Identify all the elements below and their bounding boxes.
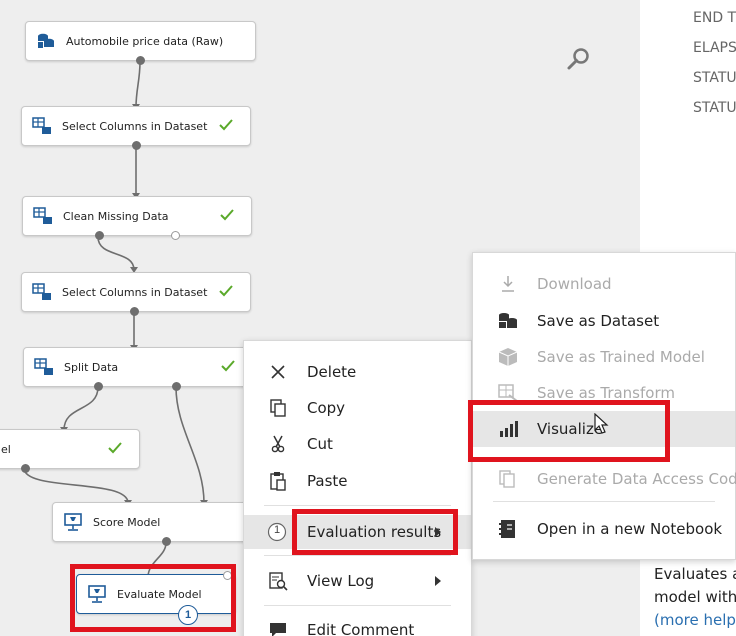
node-label: Select Columns in Dataset bbox=[62, 119, 208, 133]
scissors-icon bbox=[271, 435, 285, 453]
menu-separator bbox=[264, 505, 451, 506]
submenu-item-label: Save as Trained Model bbox=[537, 348, 705, 366]
delete-x-icon bbox=[271, 365, 285, 379]
output-port[interactable] bbox=[162, 537, 171, 546]
node-clean-missing-data[interactable]: Clean Missing Data bbox=[22, 196, 252, 240]
menu-item-cut[interactable]: Cut bbox=[244, 427, 471, 461]
node-select-columns-2[interactable]: Select Columns in Dataset bbox=[21, 272, 251, 316]
menu-item-delete[interactable]: Delete bbox=[244, 355, 471, 389]
submenu-item-generate-data-access-code[interactable]: Generate Data Access Code... bbox=[473, 461, 736, 497]
menu-item-label: Edit Comment bbox=[307, 621, 415, 636]
submenu-arrow-icon bbox=[435, 576, 441, 586]
submenu-item-download[interactable]: Download bbox=[473, 266, 735, 302]
menu-item-edit-comment[interactable]: Edit Comment bbox=[244, 613, 471, 636]
paste-icon bbox=[270, 472, 286, 491]
port-number: 1 bbox=[274, 524, 281, 536]
submenu-item-label: Save as Transform bbox=[537, 384, 675, 402]
node-label: Evaluate Model bbox=[117, 587, 202, 601]
menu-separator bbox=[493, 501, 715, 502]
node-label: Split Data bbox=[64, 360, 119, 374]
score-icon bbox=[64, 513, 82, 531]
output-port[interactable] bbox=[21, 464, 30, 473]
dataset-icon bbox=[38, 33, 54, 48]
menu-item-paste[interactable]: Paste bbox=[244, 464, 471, 498]
node-label: el bbox=[1, 442, 11, 456]
submenu-item-open-notebook[interactable]: Open in a new Notebook bbox=[473, 511, 735, 547]
menu-item-evaluation-results[interactable]: 1 Evaluation results bbox=[244, 515, 471, 549]
bar-chart-icon bbox=[500, 421, 518, 437]
menu-item-copy[interactable]: Copy bbox=[244, 391, 471, 425]
submenu-item-save-as-dataset[interactable]: Save as Dataset bbox=[473, 303, 735, 339]
dataset-icon bbox=[499, 313, 517, 328]
module-icon bbox=[33, 207, 52, 224]
output-port[interactable] bbox=[94, 382, 103, 391]
submenu-item-label: Generate Data Access Code... bbox=[537, 470, 736, 488]
input-port[interactable] bbox=[223, 571, 232, 580]
check-icon bbox=[108, 442, 122, 454]
menu-item-label: Copy bbox=[307, 399, 346, 417]
output-port[interactable] bbox=[132, 141, 141, 150]
transform-icon bbox=[498, 384, 518, 402]
copy-icon bbox=[270, 399, 286, 417]
output-port[interactable] bbox=[95, 231, 104, 240]
submenu-item-label: Download bbox=[537, 275, 612, 293]
check-icon bbox=[220, 209, 234, 221]
module-icon bbox=[34, 358, 53, 375]
menu-item-label: Delete bbox=[307, 363, 357, 381]
menu-separator bbox=[264, 605, 451, 606]
output-port[interactable] bbox=[136, 56, 145, 65]
notebook-icon bbox=[499, 520, 515, 538]
node-score-model[interactable]: Score Model bbox=[52, 502, 252, 546]
module-icon bbox=[32, 117, 51, 134]
node-label: Score Model bbox=[93, 515, 161, 529]
view-log-icon bbox=[269, 572, 288, 591]
output-port[interactable] bbox=[172, 382, 181, 391]
menu-item-label: View Log bbox=[307, 572, 375, 590]
check-icon bbox=[221, 360, 235, 372]
check-icon bbox=[219, 285, 233, 297]
submenu-item-save-as-trained-model[interactable]: Save as Trained Model bbox=[473, 339, 735, 375]
menu-item-view-log[interactable]: View Log bbox=[244, 564, 471, 598]
output-port[interactable] bbox=[130, 307, 139, 316]
context-menu: Delete Copy Cut Paste 1 Evaluation resul… bbox=[243, 340, 472, 636]
node-label: Select Columns in Dataset bbox=[62, 285, 208, 299]
evaluation-results-submenu: Download Save as Dataset Save as Trained… bbox=[472, 252, 736, 560]
submenu-item-save-as-transform[interactable]: Save as Transform bbox=[473, 375, 735, 411]
node-train-model-partial[interactable]: el bbox=[0, 429, 140, 473]
node-select-columns-1[interactable]: Select Columns in Dataset bbox=[21, 106, 251, 150]
download-icon bbox=[502, 276, 514, 292]
evaluate-icon bbox=[88, 585, 106, 603]
node-label: Clean Missing Data bbox=[63, 209, 169, 223]
node-split-data[interactable]: Split Data bbox=[23, 347, 253, 391]
submenu-item-label: Save as Dataset bbox=[537, 312, 660, 330]
trained-model-icon bbox=[498, 348, 518, 366]
node-automobile-price-data[interactable]: Automobile price data (Raw) bbox=[25, 21, 256, 65]
module-icon bbox=[32, 283, 51, 300]
menu-separator bbox=[264, 555, 451, 556]
output-port-unused[interactable] bbox=[171, 231, 180, 240]
submenu-arrow-icon bbox=[435, 527, 441, 537]
menu-item-label: Paste bbox=[307, 472, 348, 490]
submenu-item-label: Open in a new Notebook bbox=[537, 520, 723, 538]
mouse-cursor-icon bbox=[594, 413, 609, 434]
generate-code-icon bbox=[499, 470, 515, 488]
output-port-badge[interactable]: 1 bbox=[178, 605, 198, 625]
menu-item-label: Evaluation results bbox=[307, 523, 442, 541]
node-label: Automobile price data (Raw) bbox=[66, 34, 224, 48]
comment-icon bbox=[270, 623, 286, 636]
menu-item-label: Cut bbox=[307, 435, 333, 453]
check-icon bbox=[219, 119, 233, 131]
node-evaluate-model[interactable]: Evaluate Model 1 bbox=[76, 571, 236, 625]
